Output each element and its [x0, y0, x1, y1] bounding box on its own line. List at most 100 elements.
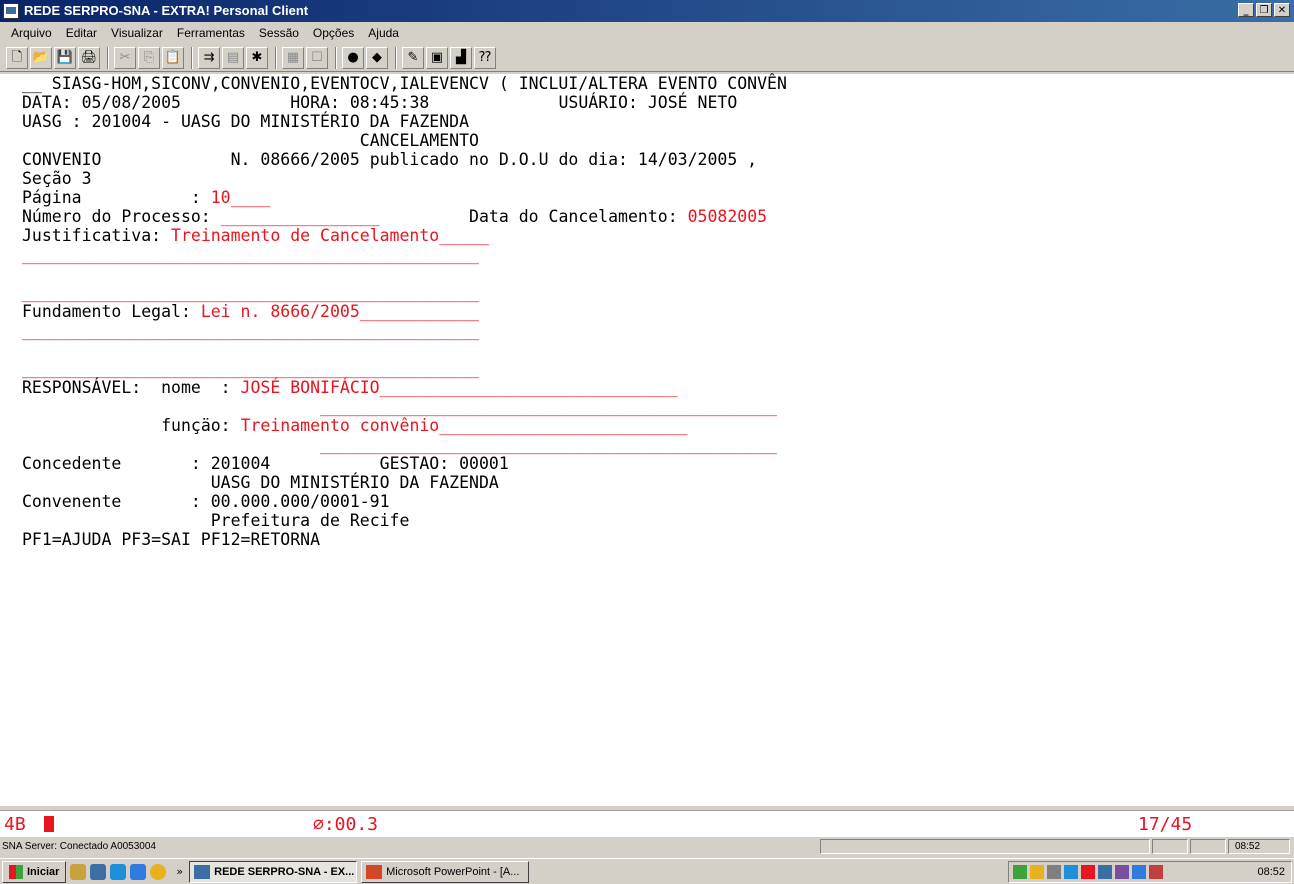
menu-arquivo[interactable]: Arquivo [4, 23, 59, 43]
maximize-button[interactable]: ❐ [1256, 3, 1272, 17]
terminal-app-icon[interactable] [3, 3, 19, 19]
processo-field[interactable]: ________________ [221, 207, 380, 226]
fundamento-field[interactable]: Lei n. 8666/2005____________ [201, 302, 479, 321]
stop-icon[interactable]: ◆ [366, 46, 388, 69]
chart-icon[interactable]: ▟ [450, 46, 472, 69]
toolbar-separator [107, 46, 109, 69]
start-button[interactable]: Iniciar [2, 860, 67, 883]
oia-cursor-position: 17/45 [1138, 814, 1193, 835]
open-icon[interactable]: 📂 [30, 46, 52, 69]
update-tray-icon[interactable] [1081, 865, 1095, 879]
outlook-quicklaunch-icon[interactable] [90, 863, 107, 880]
screen-icon[interactable]: ▤ [222, 46, 244, 69]
desktop-quicklaunch-icon[interactable] [70, 863, 87, 880]
transfer-icon[interactable]: ⇉ [198, 46, 220, 69]
task-extra-client[interactable]: REDE SERPRO-SNA - EX... [189, 860, 358, 883]
status-clock: 08:52 [1228, 839, 1290, 854]
toolbar: 🗋 📂 💾 🖨 ✂ ⎘ 📋 ⇉ ▤ ✱ ▦ ☐ ● ◆ ✎ ▣ ▟ ⁇ [0, 44, 1294, 72]
justificativa-label: Justificativa: [22, 226, 172, 245]
cut-icon[interactable]: ✂ [114, 46, 136, 69]
volume-tray-icon[interactable] [1047, 865, 1061, 879]
uasg-line: UASG : 201004 - UASG DO MINISTÉRIO DA FA… [22, 112, 470, 131]
copy-icon[interactable]: ⎘ [138, 46, 160, 69]
sync-tray-icon[interactable] [1132, 865, 1146, 879]
menu-bar: Arquivo Editar Visualizar Ferramentas Se… [0, 22, 1294, 44]
gestao-label: GESTAO: 00001 [379, 454, 509, 473]
status-bar: SNA Server: Conectado A0053004 08:52 [0, 837, 1294, 857]
status-panel-3 [1190, 839, 1226, 854]
connect-icon[interactable]: ☐ [306, 46, 328, 69]
toolbar-separator [275, 46, 277, 69]
app-tray-icon[interactable] [1115, 865, 1129, 879]
justificativa-line-2[interactable]: ________________________________________… [22, 245, 479, 264]
oia-timer: ⌀:00.3 [313, 814, 379, 835]
media-quicklaunch-icon[interactable] [150, 863, 167, 880]
responsavel-nome-field[interactable]: JOSÉ BONIFÁCIO__________________________… [241, 378, 678, 397]
oia-cursor-block [44, 816, 54, 832]
responsavel-nome-line-2[interactable]: ________________________________________… [320, 397, 777, 416]
funcao-line-2[interactable]: ________________________________________… [320, 435, 777, 454]
funcao-field[interactable]: Treinamento convênio____________________… [241, 416, 688, 435]
paste-icon[interactable]: 📋 [162, 46, 184, 69]
monitor-tray-icon[interactable] [1064, 865, 1078, 879]
section-title: CANCELAMENTO [359, 131, 479, 150]
macro-icon[interactable]: ✱ [246, 46, 268, 69]
hora-label: HORA: 08:45:38 [290, 93, 430, 112]
convenio-label: CONVENIO [22, 150, 102, 169]
menu-sessao[interactable]: Sessão [252, 23, 306, 43]
print-icon[interactable]: 🖨 [78, 46, 100, 69]
window-controls: _ ❐ ✕ [1238, 3, 1290, 17]
powerpoint-task-icon [366, 864, 383, 879]
data-cancelamento-field[interactable]: 05082005 [688, 207, 767, 226]
settings-icon[interactable]: ▣ [426, 46, 448, 69]
processo-label: Número do Processo: [22, 207, 221, 226]
minimize-button[interactable]: _ [1238, 3, 1254, 17]
taskbar-clock: 08:52 [1257, 866, 1285, 878]
connection-tray-icon[interactable] [1098, 865, 1112, 879]
windows-logo-icon [9, 864, 23, 879]
responsavel-label: RESPONSÁVEL: nome : [22, 378, 241, 397]
display-icon[interactable]: ▦ [282, 46, 304, 69]
new-icon[interactable]: 🗋 [6, 46, 28, 69]
help-icon[interactable]: ⁇ [474, 46, 496, 69]
justificativa-line-3[interactable]: ________________________________________… [22, 283, 479, 302]
menu-visualizar[interactable]: Visualizar [104, 23, 170, 43]
convenente-label: Convenente : 00.000.000/0001-91 [22, 492, 390, 511]
status-text: SNA Server: Conectado A0053004 [2, 841, 156, 852]
operator-info-area: 4B ⌀:00.3 17/45 [0, 810, 1294, 837]
justificativa-field[interactable]: Treinamento de Cancelamento_____ [171, 226, 489, 245]
pf-keys: PF1=AJUDA PF3=SAI PF12=RETORNA [22, 530, 321, 549]
start-label: Iniciar [27, 865, 60, 878]
menu-ajuda[interactable]: Ajuda [361, 23, 406, 43]
close-button[interactable]: ✕ [1274, 3, 1290, 17]
data-label: DATA: 05/08/2005 [22, 93, 181, 112]
concedente-name: UASG DO MINISTÉRIO DA FAZENDA [210, 473, 499, 492]
menu-ferramentas[interactable]: Ferramentas [170, 23, 252, 43]
task-label: Microsoft PowerPoint - [A... [386, 865, 520, 878]
browser-quicklaunch-icon[interactable] [130, 863, 147, 880]
usuario-label: USUÁRIO: JOSÉ NETO [558, 93, 738, 112]
toolbar-separator [395, 46, 397, 69]
task-powerpoint[interactable]: Microsoft PowerPoint - [A... [361, 860, 530, 883]
quicklaunch-more-icon[interactable]: » [176, 865, 183, 878]
pagina-field[interactable]: 10____ [211, 188, 271, 207]
ie-quicklaunch-icon[interactable] [110, 863, 127, 880]
host-screen: __ SIASG-HOM,SICONV,CONVENIO,EVENTOCV,IA… [22, 74, 787, 549]
task-label: REDE SERPRO-SNA - EX... [214, 865, 355, 878]
concedente-label: Concedente : 201004 [22, 454, 271, 473]
save-icon[interactable]: 💾 [54, 46, 76, 69]
fundamento-line-2[interactable]: ________________________________________… [22, 321, 479, 340]
alert-tray-icon[interactable] [1149, 865, 1163, 879]
fundamento-line-3[interactable]: ________________________________________… [22, 359, 479, 378]
menu-editar[interactable]: Editar [59, 23, 104, 43]
terminal-screen[interactable]: __ SIASG-HOM,SICONV,CONVENIO,EVENTOCV,IA… [0, 74, 1294, 806]
toolbar-separator [191, 46, 193, 69]
menu-opcoes[interactable]: Opções [306, 23, 361, 43]
system-tray: 08:52 [1008, 861, 1292, 883]
toolbar-separator [335, 46, 337, 69]
record-icon[interactable]: ● [342, 46, 364, 69]
taskbar: Iniciar » REDE SERPRO-SNA - EX... Micros… [0, 858, 1294, 884]
antivirus-tray-icon[interactable] [1030, 865, 1044, 879]
edit-icon[interactable]: ✎ [402, 46, 424, 69]
network-tray-icon[interactable] [1013, 865, 1027, 879]
